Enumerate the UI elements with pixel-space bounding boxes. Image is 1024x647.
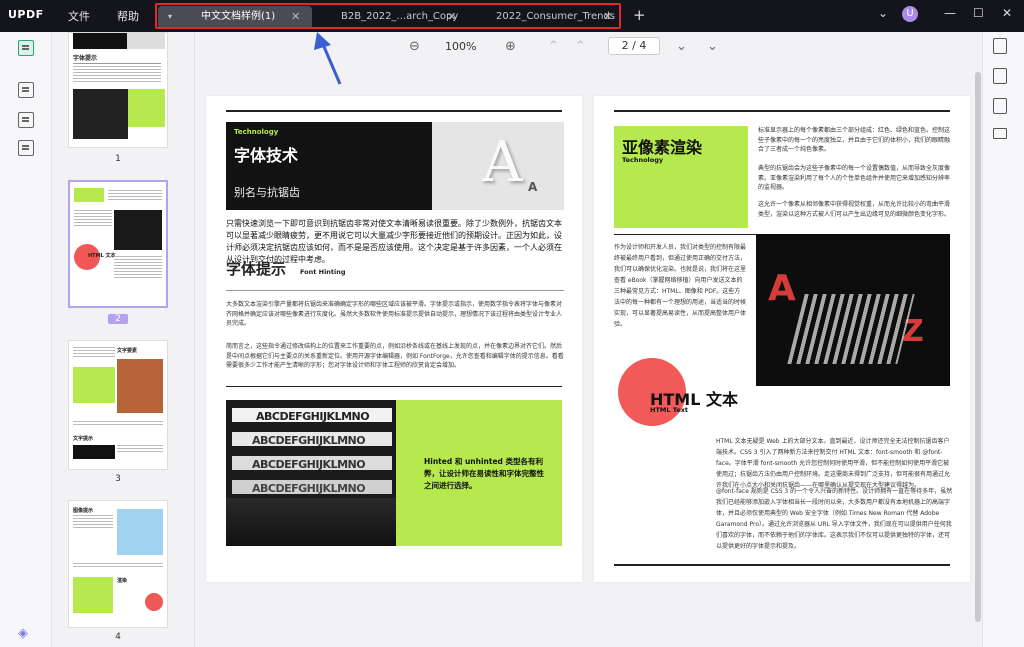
- annotation-arrow-icon: [314, 32, 342, 85]
